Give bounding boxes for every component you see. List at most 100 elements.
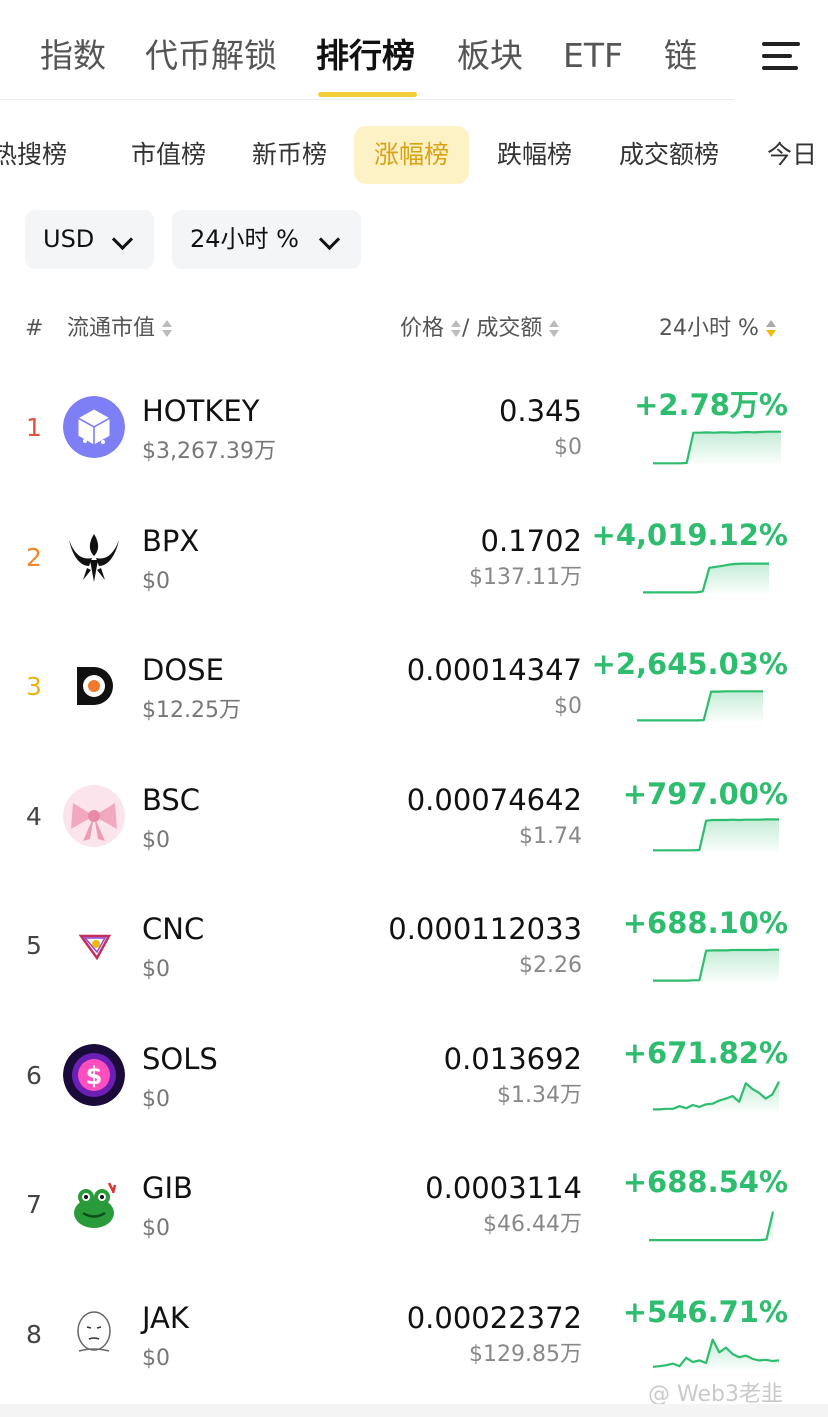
change-percent: +688.10% (622, 906, 788, 940)
sparkline-chart (653, 948, 779, 982)
price: 0.00074642 (406, 782, 582, 817)
header-volume-label: / 成交额 (462, 316, 543, 341)
currency-select[interactable]: USD (25, 210, 154, 269)
market-cap: $12.25万 (142, 698, 241, 723)
token-symbol: HOTKEY (142, 394, 260, 428)
svg-text:$: $ (86, 1062, 103, 1090)
top-tab-bar: 指数 代币解锁 排行榜 板块 ETF 链 (0, 0, 734, 100)
tab-hot-search[interactable]: 热搜榜 (0, 126, 67, 184)
change-percent: +2.78万% (634, 388, 788, 422)
phoenix-icon (63, 526, 125, 588)
tab-new-coins[interactable]: 新币榜 (252, 126, 327, 184)
table-row[interactable]: 4 BSC $0 0.00074642 $1.74 +797.00% (0, 751, 828, 880)
volume: $2.26 (519, 953, 582, 978)
change-percent: +2,645.03% (591, 647, 788, 681)
tab-market-cap[interactable]: 市值榜 (131, 126, 206, 184)
sort-icon (450, 318, 462, 340)
currency-value: USD (43, 225, 95, 253)
volume: $0 (554, 694, 582, 719)
volume: $129.85万 (469, 1341, 582, 1367)
rank-number: 1 (26, 413, 42, 442)
tab-losers[interactable]: 跌幅榜 (497, 126, 572, 184)
price: 0.345 (498, 394, 582, 428)
cnc-triangle-icon (63, 914, 125, 976)
header-rank: # (25, 316, 44, 341)
chevron-down-icon (318, 228, 341, 251)
header-price-volume[interactable]: 价格 / 成交额 (400, 314, 560, 344)
price: 0.00022372 (406, 1300, 582, 1335)
tab-today[interactable]: 今日 (767, 126, 817, 184)
chevron-down-icon (111, 228, 134, 251)
table-row[interactable]: 3 DOSE $12.25万 0.00014347 $0 +2,645.03% (0, 621, 828, 750)
menu-icon[interactable] (762, 42, 800, 70)
sols-dollar-icon: $ (63, 1043, 125, 1106)
market-cap: $0 (142, 568, 170, 594)
sparkline-chart (653, 818, 779, 852)
price: 0.0003114 (425, 1171, 582, 1205)
header-price-label: 价格 (400, 316, 445, 341)
volume: $137.11万 (469, 564, 582, 590)
sort-icon (548, 318, 560, 340)
token-symbol: CNC (142, 912, 205, 946)
change-percent: +688.54% (622, 1165, 788, 1199)
rank-number: 6 (26, 1060, 42, 1090)
tab-sectors[interactable]: 板块 (457, 36, 523, 76)
price: 0.013692 (443, 1041, 582, 1076)
token-symbol: BPX (142, 523, 200, 558)
token-symbol: GIB (142, 1171, 193, 1205)
dose-icon (63, 655, 125, 717)
price: 0.1702 (480, 523, 582, 558)
sort-icon (161, 318, 173, 340)
period-select[interactable]: 24小时 % (172, 210, 361, 269)
rank-number: 8 (26, 1319, 42, 1349)
table-row[interactable]: 6 $ SOLS $0 0.013692 $1.34万 +671.82% (0, 1010, 828, 1139)
price: 0.00014347 (406, 653, 582, 687)
tab-index[interactable]: 指数 (40, 36, 106, 76)
rank-number: 3 (26, 672, 42, 701)
token-symbol: JAK (142, 1300, 189, 1335)
volume: $0 (554, 435, 582, 460)
market-cap: $0 (142, 1086, 170, 1112)
tab-chains[interactable]: 链 (664, 36, 697, 76)
sparkline-chart (652, 1338, 780, 1370)
wojak-icon (63, 1303, 125, 1365)
tab-token-unlock[interactable]: 代币解锁 (145, 36, 277, 76)
volume: $46.44万 (483, 1212, 582, 1237)
hotkey-cube-icon (63, 396, 125, 458)
tab-rankings[interactable]: 排行榜 (316, 36, 415, 76)
volume: $1.34万 (497, 1082, 582, 1108)
tab-etf[interactable]: ETF (563, 36, 623, 76)
market-cap: $0 (142, 1216, 170, 1241)
table-row[interactable]: 5 CNC $0 0.000112033 $2.26 +688.10% (0, 880, 828, 1009)
table-row[interactable]: 1 HOTKEY $3,267.39万 0.345 $0 +2.78万% (0, 362, 828, 491)
sparkline-chart (649, 1210, 775, 1242)
volume: $1.74 (519, 823, 582, 849)
bottom-bar (0, 1404, 828, 1417)
period-value: 24小时 % (190, 225, 299, 253)
header-change[interactable]: 24小时 % (659, 314, 777, 344)
frog-icon (63, 1173, 125, 1235)
market-cap: $0 (142, 1345, 170, 1371)
active-tab-indicator (318, 92, 417, 97)
sparkline-chart (643, 562, 769, 594)
token-symbol: SOLS (142, 1041, 218, 1076)
market-cap: $3,267.39万 (142, 439, 276, 464)
token-symbol: BSC (142, 782, 201, 817)
rank-number: 2 (26, 542, 42, 572)
change-percent: +671.82% (622, 1035, 788, 1070)
tab-gainers[interactable]: 涨幅榜 (354, 126, 470, 184)
tab-volume[interactable]: 成交额榜 (619, 126, 719, 184)
rank-number: 7 (26, 1190, 42, 1219)
sort-active-icon (765, 318, 777, 340)
market-cap: $0 (142, 957, 170, 982)
bow-icon (63, 784, 125, 847)
table-row[interactable]: 2 BPX $0 0.1702 $137.11万 +4,019.12% (0, 492, 828, 621)
token-symbol: DOSE (142, 653, 224, 687)
sub-tab-bar: 热搜榜 市值榜 新币榜 涨幅榜 跌幅榜 成交额榜 今日 (0, 126, 828, 186)
price: 0.000112033 (388, 912, 582, 946)
header-market-cap[interactable]: 流通市值 (67, 314, 173, 344)
change-percent: +546.71% (622, 1294, 788, 1329)
table-row[interactable]: 7 GIB $0 0.0003114 $46.44万 +688.54% (0, 1139, 828, 1268)
market-cap: $0 (142, 827, 170, 853)
change-percent: +4,019.12% (591, 517, 788, 552)
